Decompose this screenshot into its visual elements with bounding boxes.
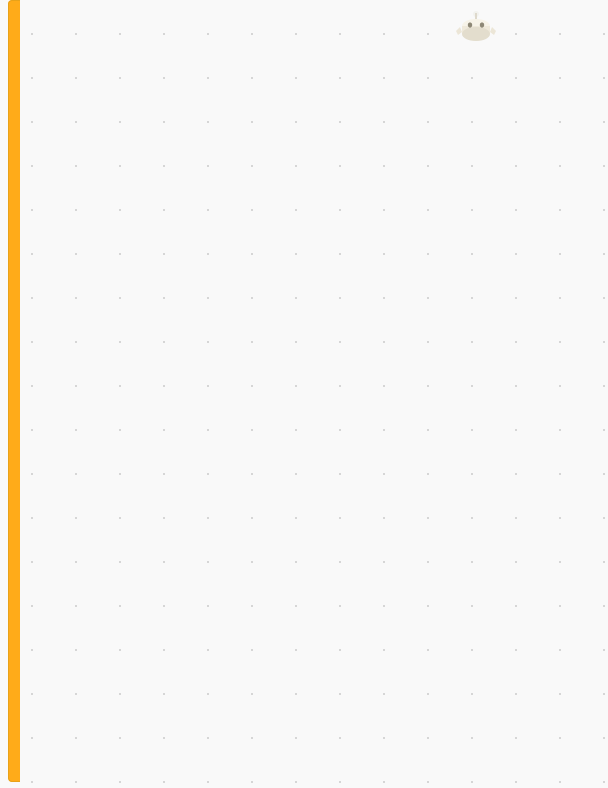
outer-script-container[interactable]: [8, 0, 596, 782]
canvas-inner-area: [20, 0, 596, 782]
